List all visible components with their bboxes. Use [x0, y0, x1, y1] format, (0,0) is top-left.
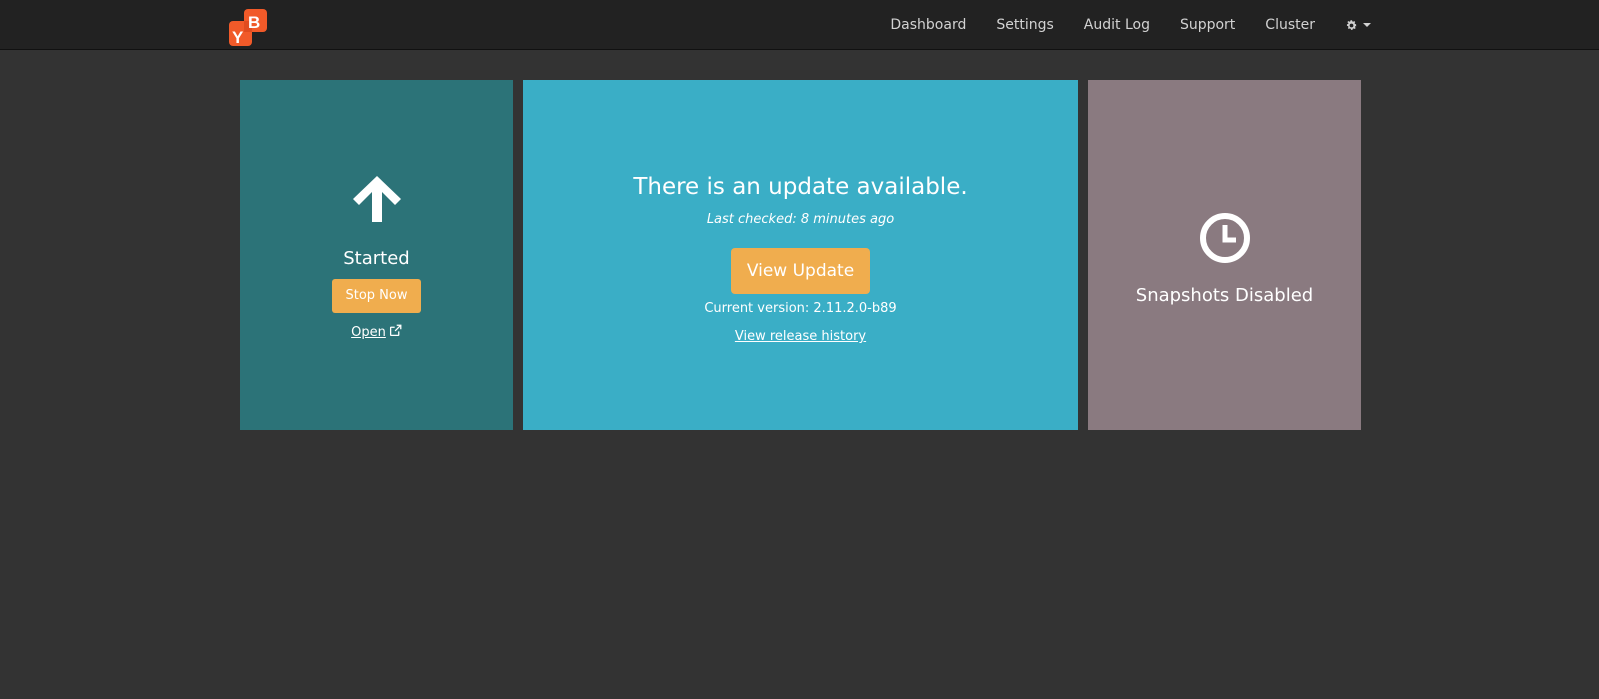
chevron-down-icon: [1363, 23, 1371, 27]
nav-settings[interactable]: Settings: [996, 17, 1053, 33]
nav-dashboard[interactable]: Dashboard: [890, 17, 966, 33]
nav-audit-log[interactable]: Audit Log: [1084, 17, 1150, 33]
svg-text:B: B: [248, 13, 260, 32]
last-checked-text: Last checked: 8 minutes ago: [706, 212, 895, 227]
stop-now-button[interactable]: Stop Now: [332, 279, 421, 313]
nav-cluster[interactable]: Cluster: [1265, 17, 1315, 33]
app-status-panel: Started Stop Now Open: [240, 80, 513, 430]
settings-dropdown-toggle[interactable]: [1345, 19, 1371, 32]
open-link-label: Open: [351, 325, 386, 340]
svg-text:Y: Y: [232, 28, 244, 46]
current-version-text: Current version: 2.11.2.0-b89: [704, 301, 897, 316]
external-link-icon: [389, 324, 402, 337]
update-title: There is an update available.: [633, 174, 968, 200]
main-nav: Dashboard Settings Audit Log Support Clu…: [860, 0, 1371, 50]
app-status-label: Started: [343, 248, 410, 269]
clock-icon: [1200, 213, 1250, 263]
nav-support[interactable]: Support: [1180, 17, 1235, 33]
view-update-button[interactable]: View Update: [731, 248, 870, 294]
arrow-up-icon: [353, 176, 401, 222]
release-history-link[interactable]: View release history: [523, 329, 1078, 344]
snapshot-panel: Snapshots Disabled: [1088, 80, 1361, 430]
gear-icon: [1346, 19, 1357, 30]
app-logo[interactable]: B Y: [229, 9, 269, 47]
snapshot-status-label: Snapshots Disabled: [1135, 285, 1314, 306]
update-panel: There is an update available. Last check…: [523, 80, 1078, 430]
top-navbar: B Y Dashboard Settings Audit Log Support…: [0, 0, 1599, 50]
open-app-link[interactable]: Open: [240, 324, 513, 340]
